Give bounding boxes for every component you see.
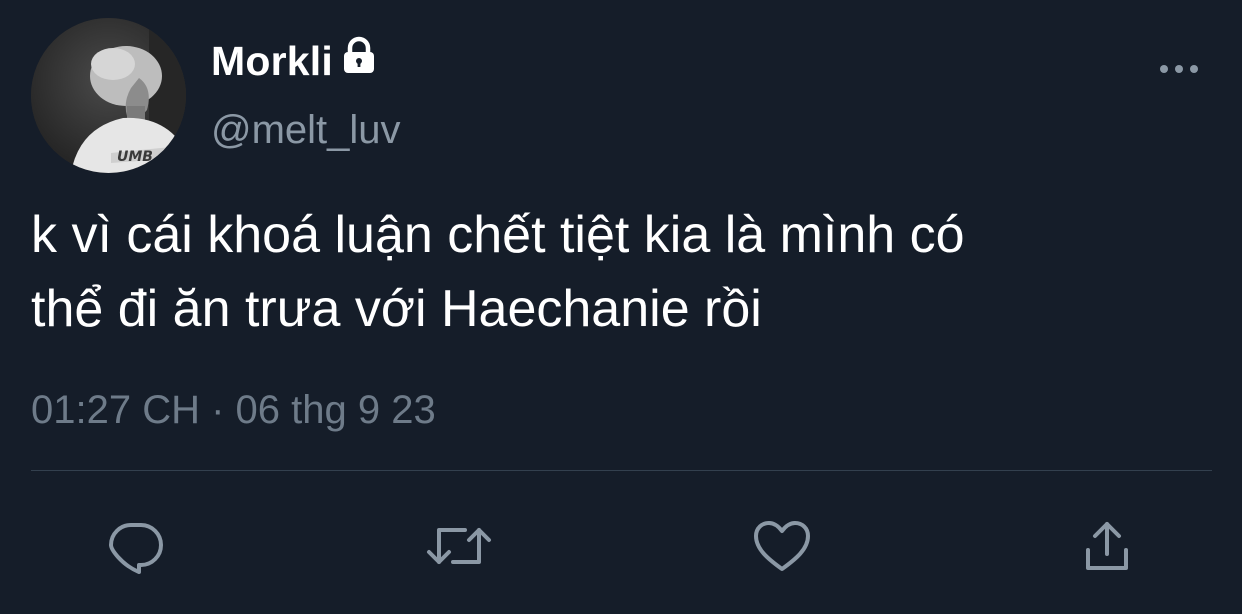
divider bbox=[31, 470, 1212, 471]
heart-icon bbox=[752, 519, 812, 573]
tweet-timestamp[interactable]: 01:27 CH · 06 thg 9 23 bbox=[31, 388, 436, 433]
reply-button[interactable] bbox=[100, 510, 172, 582]
avatar[interactable]: UMB bbox=[31, 18, 186, 173]
retweet-button[interactable] bbox=[423, 510, 495, 582]
author-name-row: Morkli bbox=[211, 36, 379, 86]
like-button[interactable] bbox=[746, 510, 818, 582]
share-icon bbox=[1082, 518, 1132, 574]
user-handle[interactable]: @melt_luv bbox=[211, 108, 401, 153]
lock-icon bbox=[339, 36, 379, 81]
svg-text:UMB: UMB bbox=[117, 149, 153, 165]
display-name[interactable]: Morkli bbox=[211, 38, 333, 85]
tweet-text-line: thể đi ăn trưa với Haechanie rồi bbox=[31, 280, 762, 338]
reply-icon bbox=[107, 517, 165, 575]
avatar-photo: UMB bbox=[31, 18, 186, 173]
tweet-detail: UMB Morkli @melt_luv k vì cái khoá luận … bbox=[0, 0, 1242, 614]
share-button[interactable] bbox=[1071, 510, 1143, 582]
tweet-text-line: k vì cái khoá luận chết tiệt kia là mình… bbox=[31, 206, 965, 264]
tweet-text: k vì cái khoá luận chết tiệt kia là mình… bbox=[31, 198, 1211, 346]
more-horizontal-icon[interactable] bbox=[1156, 56, 1202, 82]
retweet-icon bbox=[425, 518, 493, 574]
